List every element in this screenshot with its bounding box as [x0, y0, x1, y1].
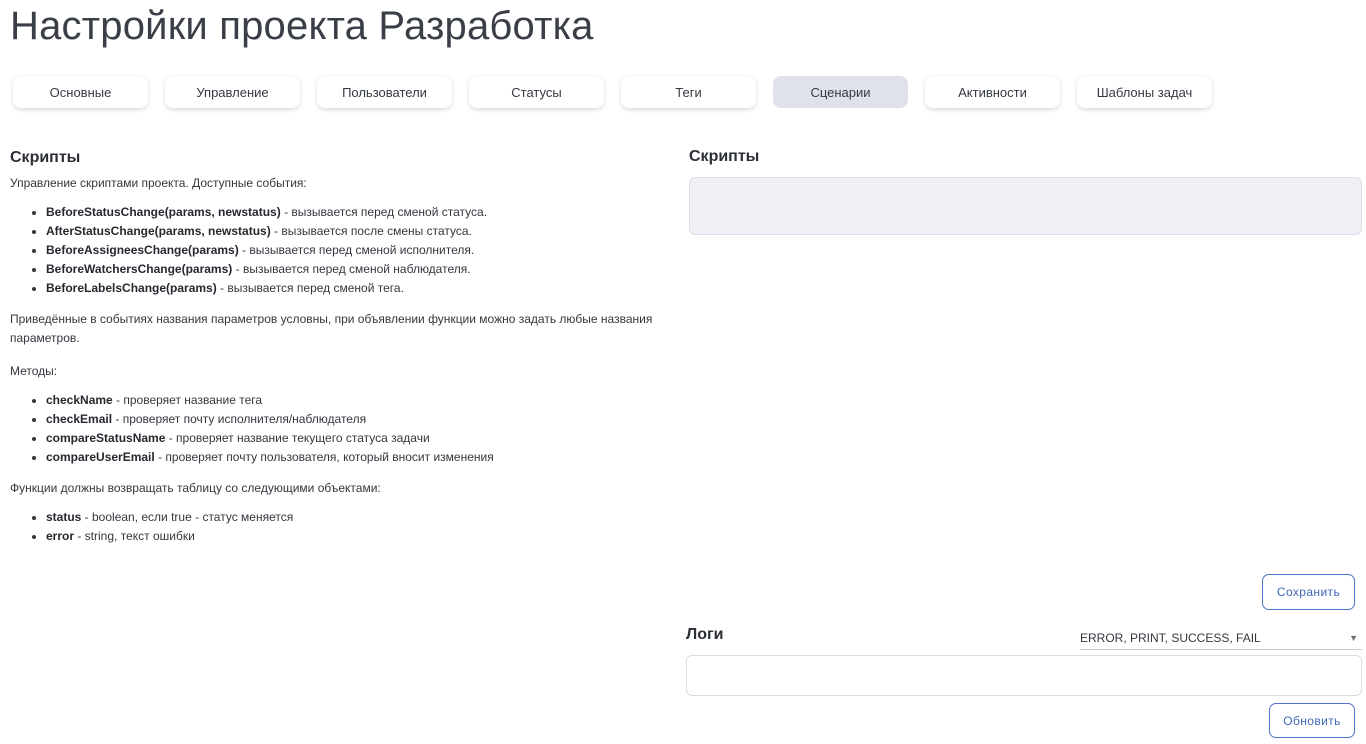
return-desc: - boolean, если true - статус меняется	[81, 510, 294, 524]
method-name: compareStatusName	[46, 431, 166, 445]
list-item: BeforeWatchersChange(params) - вызываетс…	[46, 260, 660, 279]
events-list: BeforeStatusChange(params, newstatus) - …	[10, 203, 660, 298]
list-item: checkName - проверяет название тега	[46, 391, 660, 410]
event-desc: - вызывается перед сменой наблюдателя.	[232, 262, 471, 276]
return-name: error	[46, 529, 75, 543]
list-item: BeforeLabelsChange(params) - вызывается …	[46, 279, 660, 298]
method-desc: - проверяет почту пользователя, который …	[154, 450, 494, 464]
list-item: compareStatusName - проверяет название т…	[46, 429, 660, 448]
event-desc: - вызывается перед сменой статуса.	[280, 205, 488, 219]
list-item: compareUserEmail - проверяет почту польз…	[46, 448, 660, 467]
tab-task-templates[interactable]: Шаблоны задач	[1077, 76, 1212, 108]
method-desc: - проверяет почту исполнителя/наблюдател…	[112, 412, 367, 426]
list-item: AfterStatusChange(params, newstatus) - в…	[46, 222, 660, 241]
event-desc: - вызывается перед сменой тега.	[216, 281, 404, 295]
log-level-select[interactable]: ERROR, PRINT, SUCCESS, FAIL ▼	[1080, 626, 1362, 650]
list-item: BeforeStatusChange(params, newstatus) - …	[46, 203, 660, 222]
method-name: checkEmail	[46, 412, 113, 426]
tab-statuses[interactable]: Статусы	[469, 76, 604, 108]
tab-scenarios[interactable]: Сценарии	[773, 76, 908, 108]
tab-management[interactable]: Управление	[165, 76, 300, 108]
logs-output	[686, 655, 1362, 696]
method-name: compareUserEmail	[46, 450, 155, 464]
event-name: BeforeWatchersChange(params)	[46, 262, 233, 276]
save-button[interactable]: Сохранить	[1262, 574, 1355, 610]
return-desc: - string, текст ошибки	[74, 529, 195, 543]
event-name: BeforeAssigneesChange(params)	[46, 243, 239, 257]
log-level-value: ERROR, PRINT, SUCCESS, FAIL	[1080, 630, 1261, 645]
methods-heading: Методы:	[10, 364, 58, 378]
methods-list: checkName - проверяет название тега chec…	[10, 391, 660, 467]
scripts-docs: Скрипты Управление скриптами проекта. До…	[10, 148, 660, 558]
return-name: status	[46, 510, 82, 524]
event-desc: - вызывается после смены статуса.	[270, 224, 472, 238]
editor-title: Скрипты	[689, 148, 760, 165]
tab-main[interactable]: Основные	[13, 76, 148, 108]
docs-heading: Скрипты	[10, 149, 81, 166]
event-name: BeforeLabelsChange(params)	[46, 281, 217, 295]
settings-tabs: Основные Управление Пользователи Статусы…	[13, 76, 1212, 108]
method-desc: - проверяет название текущего статуса за…	[165, 431, 430, 445]
method-desc: - проверяет название тега	[112, 393, 263, 407]
event-name: BeforeStatusChange(params, newstatus)	[46, 205, 281, 219]
returns-list: status - boolean, если true - статус мен…	[10, 508, 660, 546]
event-name: AfterStatusChange(params, newstatus)	[46, 224, 271, 238]
list-item: checkEmail - проверяет почту исполнителя…	[46, 410, 660, 429]
logs-title: Логи	[686, 626, 724, 643]
tab-users[interactable]: Пользователи	[317, 76, 452, 108]
page-title: Настройки проекта Разработка	[10, 4, 594, 48]
docs-intro: Управление скриптами проекта. Доступные …	[10, 176, 307, 190]
params-note: Приведённые в событиях названия параметр…	[10, 312, 653, 345]
tab-activities[interactable]: Активности	[925, 76, 1060, 108]
list-item: status - boolean, если true - статус мен…	[46, 508, 660, 527]
tab-tags[interactable]: Теги	[621, 76, 756, 108]
refresh-button[interactable]: Обновить	[1269, 703, 1355, 738]
chevron-down-icon: ▼	[1349, 632, 1358, 643]
method-name: checkName	[46, 393, 113, 407]
list-item: BeforeAssigneesChange(params) - вызывает…	[46, 241, 660, 260]
script-editor[interactable]	[689, 177, 1362, 235]
event-desc: - вызывается перед сменой исполнителя.	[238, 243, 475, 257]
list-item: error - string, текст ошибки	[46, 527, 660, 546]
return-heading: Функции должны возвращать таблицу со сле…	[10, 481, 381, 495]
